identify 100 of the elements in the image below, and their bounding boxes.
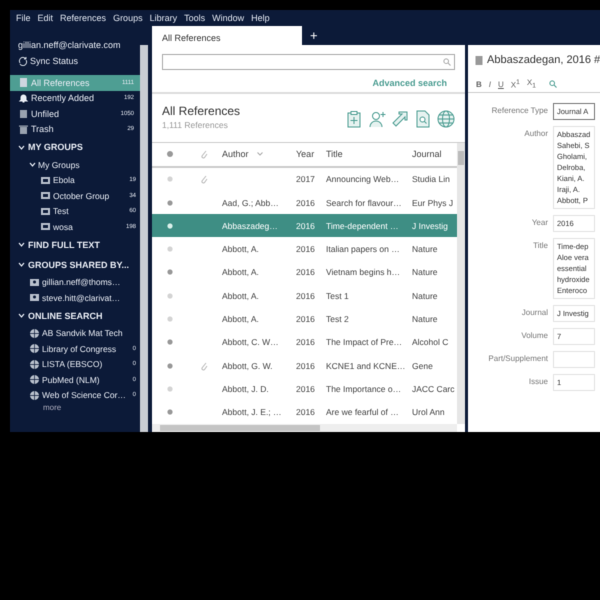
table-cell-text: Abbott, A. [221, 244, 260, 254]
document-search-icon[interactable] [414, 110, 432, 128]
menu-item[interactable]: File [16, 13, 31, 23]
table-cell-text: JACC Carc [411, 384, 456, 394]
account-email: gillian.neff@clarivate.com [17, 39, 122, 52]
table-cell-text: 2016 [295, 244, 316, 254]
table-cell-text: Test 2 [325, 314, 350, 324]
section-header[interactable]: FIND FULL TEXT [10, 234, 140, 254]
sidebar-item[interactable]: gillian.neff@thoms… [10, 274, 140, 290]
table-cell-text: Vietnam begins h… [325, 267, 402, 278]
bell-icon [18, 92, 29, 104]
table-cell-text: Abbott, C. W… [221, 337, 280, 348]
menu-item[interactable]: Help [251, 13, 270, 23]
group-icon [40, 206, 51, 217]
table-cell-text: 2016 [295, 384, 316, 394]
table-cell-text: Abbaszadeg… [221, 220, 279, 231]
section-header[interactable]: GROUPS SHARED BY... [10, 254, 140, 274]
search-field[interactable] [162, 54, 455, 70]
menu-item[interactable]: Window [212, 13, 244, 23]
format-button[interactable]: B [476, 80, 482, 88]
table-cell-text: 2016 [295, 314, 316, 324]
reference-row[interactable]: Abbott, J. D. 2016 The Importance o… JACC Carc [152, 377, 457, 401]
field-label: Reference Type [490, 105, 548, 117]
table-cell-text: Time-dependent … [325, 220, 400, 231]
group-icon [40, 221, 51, 232]
menu-item[interactable]: Library [150, 13, 178, 23]
globe-icon [29, 328, 40, 339]
format-button[interactable]: X$^{1}$ [510, 78, 520, 90]
clipboard-plus-icon[interactable] [345, 110, 363, 128]
section-header[interactable]: ONLINE SEARCH [10, 306, 140, 326]
section-header[interactable]: MY GROUPS [10, 137, 140, 157]
column-header[interactable]: Author [220, 149, 294, 160]
field-label: Issue [528, 376, 548, 388]
sidebar-item[interactable]: steve.hitt@clarivat… [10, 290, 140, 306]
menu-item[interactable]: Groups [113, 13, 143, 23]
field-label: Title [532, 240, 548, 252]
format-button[interactable]: I [488, 80, 492, 88]
field-label: Part/Supplement [487, 353, 548, 365]
trash-icon [18, 124, 29, 135]
reference-row[interactable]: Abbott, J. E.; … 2016 Are we fearful of … Urol Ann [152, 400, 457, 424]
sync-icon [18, 56, 28, 66]
horizontal-scrollbar[interactable] [152, 424, 457, 432]
reference-row[interactable]: Abbaszadeg… 2016 Time-dependent … J Investig [152, 214, 457, 238]
new-tab-button[interactable]: + [302, 26, 326, 45]
table-cell-text: Gene [411, 360, 434, 371]
search-icon [443, 58, 451, 66]
sidebar-item[interactable]: AB Sandvik Mat Tech [10, 326, 140, 341]
globe-icon [29, 358, 40, 370]
shared-group-icon [29, 276, 40, 288]
table-cell-text: Aad, G.; Abb… [221, 198, 280, 208]
scrollbar[interactable] [140, 45, 148, 432]
reference-count: 1,111 References [162, 120, 229, 130]
table-cell-text: Italian papers on … [325, 244, 401, 254]
paperclip-icon [200, 149, 208, 160]
globe-icon[interactable] [437, 110, 455, 128]
reference-row[interactable]: Aad, G.; Abb… 2016 Search for flavour… Eur Phys J [152, 190, 457, 214]
reference-row[interactable]: Abbott, A. 2016 Test 1 Nature [152, 284, 457, 308]
reference-row[interactable]: Abbott, A. 2016 Test 2 Nature [152, 307, 457, 331]
reference-row[interactable]: Abbott, C. W… 2016 The Impact of Pre… Alcohol C [152, 330, 457, 354]
table-cell-text: Nature [411, 244, 439, 254]
column-header[interactable]: Title [324, 149, 410, 160]
table-cell-text: Are we fearful of … [325, 407, 400, 418]
column-header[interactable]: Year [294, 149, 324, 160]
reference-row[interactable]: Abbott, A. 2016 Italian papers on … Nature [152, 237, 457, 261]
sync-status-link[interactable]: Sync Status [10, 53, 140, 69]
table-cell-text: Nature [411, 314, 439, 324]
reference-row[interactable]: 2017 Announcing Web… Studia Lin [152, 168, 457, 191]
table-cell-text: Nature [411, 267, 439, 278]
field-label: Year [530, 217, 548, 229]
vertical-scrollbar[interactable] [457, 143, 465, 424]
reference-row[interactable]: Abbott, G. W. 2016 KCNE1 and KCNE… Gene [152, 354, 457, 378]
globe-icon [29, 343, 40, 354]
table-cell-text: Abbott, A. [221, 290, 260, 301]
menu-item[interactable]: Tools [184, 13, 206, 23]
format-button[interactable]: X$_{1}$ [526, 78, 536, 90]
search-icon[interactable] [548, 80, 557, 88]
group-set-item[interactable]: My Groups [10, 157, 140, 172]
table-cell-text: 2016 [295, 407, 316, 418]
table-cell-text: Test 1 [325, 290, 350, 301]
add-person-icon[interactable] [368, 110, 386, 128]
tab[interactable]: All References [152, 26, 302, 45]
table-cell-text: 2016 [295, 220, 316, 231]
arrow-icon[interactable] [391, 110, 409, 128]
column-header[interactable]: Journal [410, 149, 457, 160]
format-button[interactable]: U [498, 80, 504, 88]
menu-item[interactable]: Edit [38, 13, 54, 23]
group-icon [40, 174, 51, 186]
input-field[interactable] [553, 351, 595, 368]
table-cell-text: 2017 [295, 174, 316, 184]
table-cell-text: Nature [411, 290, 439, 301]
list-title: All References [162, 104, 242, 118]
field-label: Author [523, 128, 548, 140]
menu-item[interactable]: References [60, 13, 106, 23]
table-cell-text: 2016 [295, 290, 316, 301]
dot-icon [166, 151, 172, 158]
reference-row[interactable]: Abbott, A. 2016 Vietnam begins h… Nature [152, 260, 457, 284]
table-cell-text: Search for flavour… [325, 198, 403, 208]
table-cell-text: 2016 [295, 337, 316, 348]
table-cell-text: The Importance o… [325, 384, 402, 394]
more-link[interactable]: more [10, 403, 140, 412]
